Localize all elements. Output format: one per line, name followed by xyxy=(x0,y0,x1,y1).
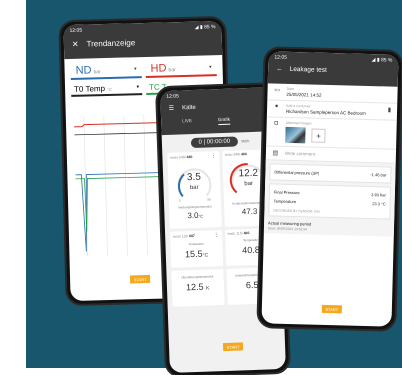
hd-unit: bar xyxy=(168,67,176,74)
card-caption: Temperatur xyxy=(188,241,204,247)
status-time: 12:05 xyxy=(69,27,83,34)
diff-pressure-value: -1.46 bar xyxy=(370,172,387,178)
status-icons: ◢ ▮ 85 % xyxy=(194,23,216,31)
more-vert-icon[interactable]: ⋮ xyxy=(214,232,219,238)
start-button[interactable]: START xyxy=(129,274,151,284)
page-title: Trendanzeige xyxy=(86,38,136,49)
card-sensor: testo 549i xyxy=(224,152,241,157)
attached-image-thumbnail[interactable] xyxy=(285,126,306,144)
temp-card-1[interactable]: testo 115i 687 ⋮ Temperatur 15.5°C xyxy=(170,230,223,268)
trash-icon[interactable]: ▮ xyxy=(388,106,391,113)
diff-pressure-label: Differential pressure (ΔP) xyxy=(274,169,320,176)
grid-line xyxy=(103,116,108,257)
trend-chart[interactable] xyxy=(74,114,170,257)
card-unit: °C xyxy=(202,252,209,259)
leakage-appbar: ← Leakage test xyxy=(268,62,398,78)
card-value: 12.5 xyxy=(185,281,204,293)
chevron-down-icon: ▾ xyxy=(208,64,212,71)
nd-label: ND xyxy=(75,64,92,77)
attachments-row: ◘ Attached images + xyxy=(266,117,397,150)
back-arrow-icon[interactable]: ← xyxy=(276,66,283,73)
start-button[interactable]: START xyxy=(222,342,244,352)
hd-label: HD xyxy=(150,62,167,75)
pressure-card-low[interactable]: testo 549i 460 ⋮ 3.5 bar 0 50 Verdampfung… xyxy=(167,151,222,229)
page-title: Leakage test xyxy=(289,65,327,74)
card-sensor-id: 460 xyxy=(186,155,193,160)
t0-trend-line xyxy=(74,132,167,136)
nd-unit: bar xyxy=(93,69,101,76)
card-caption: Verdampfungstemperatur xyxy=(177,204,212,210)
tab-live[interactable]: LIVE xyxy=(182,118,192,126)
tc-trend-line xyxy=(75,176,168,232)
chevron-down-icon: ▾ xyxy=(134,66,137,73)
card-temp: 47.3 xyxy=(241,206,258,217)
live-topbar: 12:05 ☰ Kälte LIVE Grafik xyxy=(160,87,278,136)
card-temp: 3.0 xyxy=(187,210,199,221)
gauge-max: 50 xyxy=(207,197,211,202)
more-vert-icon[interactable]: ⋮ xyxy=(211,153,216,159)
add-image-button[interactable]: + xyxy=(311,128,326,143)
leakage-screen: 12:05 ◢ ▮ 85 % ← Leakage test ▭ Date 25/… xyxy=(261,51,399,327)
trend-topbar: 12:05 ◢ ▮ 85 % ✕ Trendanzeige xyxy=(63,20,223,60)
hd-selector[interactable]: HD bar ▾ xyxy=(145,60,217,78)
card-caption: Überhitzungstemperatur xyxy=(181,274,214,280)
tab-graphic[interactable]: Grafik xyxy=(217,116,231,126)
timer-display[interactable]: 0 | 00:00:00 xyxy=(190,136,239,149)
grid-line xyxy=(143,115,148,256)
comment-placeholder: Write comment xyxy=(284,150,316,157)
recorded-by-sensor: RECORDED BY SENSOR: 943 xyxy=(273,208,320,214)
temperature-value: 23.3 °C xyxy=(372,201,386,207)
gauge-min: 0 xyxy=(178,198,181,203)
nd-selector[interactable]: ND bar ▾ xyxy=(70,62,142,80)
card-value: 40.8 xyxy=(242,244,260,256)
comment-icon: ▤ xyxy=(272,150,279,157)
menu-icon[interactable]: ☰ xyxy=(169,105,175,112)
grid-line xyxy=(123,115,128,256)
status-time: 12:05 xyxy=(166,92,179,100)
t0-unit: °C xyxy=(107,86,112,92)
leakage-topbar: 12:05 ◢ ▮ 85 % ← Leakage test xyxy=(267,51,399,87)
card-sensor-id: 460 xyxy=(240,152,247,157)
card-sensor: testo 115i xyxy=(173,234,189,239)
page-title: Kälte xyxy=(181,104,196,111)
card-sensor: testo 549i xyxy=(170,155,186,160)
gauge-value: 3.5 xyxy=(186,171,202,184)
t0-temp-selector[interactable]: T0 Temp °C ▾ xyxy=(70,81,143,97)
start-button[interactable]: START xyxy=(321,304,342,314)
chevron-down-icon: ▾ xyxy=(136,84,140,91)
status-time: 12:05 xyxy=(274,54,288,61)
card-sensor-id: 687 xyxy=(189,233,196,239)
calendar-icon: ▭ xyxy=(274,87,280,94)
card-sensor-id: 460 xyxy=(243,231,250,236)
nd-trend-line xyxy=(75,172,168,252)
final-values-box: Final Pressure 3.93 bar Temperature 23.3 °… xyxy=(268,183,392,220)
tab-bar: LIVE Grafik xyxy=(161,111,277,127)
pressure-gauge: 3.5 bar 0 50 xyxy=(173,163,214,204)
person-icon: ● xyxy=(274,103,279,110)
temperature-label: Temperature xyxy=(273,198,297,205)
camera-icon[interactable]: ◘ xyxy=(273,120,280,127)
card-sensor: testo 115i xyxy=(227,231,243,236)
timer-unit: Std:h xyxy=(241,139,250,144)
final-pressure-label: Final Pressure xyxy=(273,189,300,196)
card-temp-unit: °C xyxy=(198,213,204,219)
phone-leakage-test: 12:05 ◢ ▮ 85 % ← Leakage test ▭ Date 25/… xyxy=(256,46,402,332)
card-unit: K xyxy=(206,285,210,292)
results-section: Differential pressure (ΔP) -1.46 bar Fina… xyxy=(263,160,396,237)
card-value: 15.5 xyxy=(184,248,203,260)
trend-appbar: ✕ Trendanzeige xyxy=(64,32,222,53)
t0-label: T0 Temp xyxy=(73,83,106,94)
close-icon[interactable]: ✕ xyxy=(72,40,79,49)
status-icons: ◢ ▮ 85 % xyxy=(371,56,393,64)
final-pressure-value: 3.93 bar xyxy=(371,192,386,198)
diff-pressure-box: Differential pressure (ΔP) -1.46 bar xyxy=(269,163,392,184)
hd-trend-line xyxy=(74,121,167,128)
superheat-card[interactable]: Überhitzungstemperatur 12.5 K xyxy=(171,269,225,307)
